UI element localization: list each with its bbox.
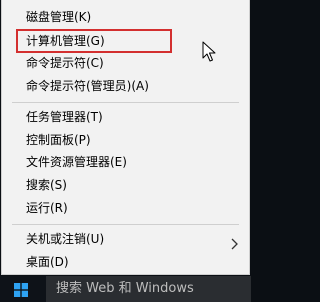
taskbar-search-box[interactable]: 搜索 Web 和 Windows [46,276,251,302]
menu-item-desktop[interactable]: 桌面(D) [2,251,249,273]
menu-item-disk-management[interactable]: 磁盘管理(K) [2,6,249,28]
menu-divider [12,102,239,103]
menu-item-run[interactable]: 运行(R) [2,197,249,219]
windows-logo-icon[interactable] [14,283,28,297]
taskbar: 搜索 Web 和 Windows [0,276,251,302]
menu-item-shutdown-signout[interactable]: 关机或注销(U) [2,228,249,250]
menu-item-file-explorer[interactable]: 文件资源管理器(E) [2,151,249,173]
menu-divider [12,224,239,225]
menu-item-command-prompt-admin[interactable]: 命令提示符(管理员)(A) [2,75,249,97]
highlight-box [16,29,172,53]
chevron-right-icon [231,238,238,250]
mouse-cursor-icon [202,41,216,62]
menu-item-search[interactable]: 搜索(S) [2,174,249,196]
menu-item-task-manager[interactable]: 任务管理器(T) [2,106,249,128]
menu-item-control-panel[interactable]: 控制面板(P) [2,129,249,151]
